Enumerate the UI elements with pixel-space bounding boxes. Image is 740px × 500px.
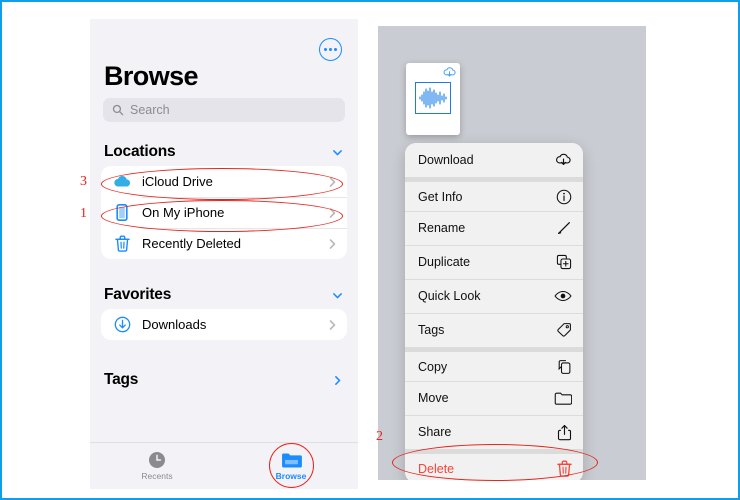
clock-icon bbox=[149, 452, 165, 468]
chevron-right-icon[interactable] bbox=[331, 374, 344, 387]
tab-browse[interactable]: Browse bbox=[224, 443, 358, 489]
menu-item-rename[interactable]: Rename bbox=[405, 211, 583, 245]
menu-item-label: Rename bbox=[418, 221, 466, 235]
share-icon bbox=[557, 424, 572, 440]
annotation-number-1: 1 bbox=[80, 206, 87, 221]
menu-item-label: Delete bbox=[418, 461, 455, 476]
folder-icon bbox=[554, 392, 572, 405]
audio-waveform-icon bbox=[415, 82, 451, 114]
cloud-download-icon bbox=[443, 67, 456, 77]
search-placeholder: Search bbox=[130, 103, 170, 117]
section-title: Locations bbox=[104, 143, 176, 160]
list-item-recently-deleted[interactable]: Recently Deleted bbox=[101, 228, 347, 259]
section-header-favorites[interactable]: Favorites bbox=[104, 286, 344, 304]
context-menu: Download Get Info Rename Duplicate Quick… bbox=[405, 143, 583, 480]
info-circle-icon bbox=[556, 189, 572, 204]
trash-icon bbox=[112, 235, 132, 252]
trash-icon bbox=[557, 460, 572, 477]
menu-item-delete[interactable]: Delete bbox=[405, 449, 583, 480]
pencil-icon bbox=[558, 222, 570, 234]
chevron-down-icon[interactable] bbox=[331, 146, 344, 159]
favorites-list: Downloads bbox=[101, 309, 347, 340]
tag-icon bbox=[557, 323, 571, 337]
files-browse-screen: Browse Search Locations iCloud Drive On … bbox=[90, 19, 358, 489]
locations-list: iCloud Drive On My iPhone Recently Delet… bbox=[101, 166, 347, 259]
section-title: Tags bbox=[104, 371, 139, 388]
menu-item-label: Move bbox=[418, 391, 449, 405]
menu-item-label: Get Info bbox=[418, 189, 463, 204]
menu-item-label: Copy bbox=[418, 359, 448, 374]
search-icon bbox=[112, 104, 124, 116]
list-item-downloads[interactable]: Downloads bbox=[101, 309, 347, 340]
context-menu-screen: Download Get Info Rename Duplicate Quick… bbox=[378, 26, 646, 480]
duplicate-icon bbox=[556, 254, 572, 270]
iphone-icon bbox=[112, 204, 132, 221]
section-header-tags[interactable]: Tags bbox=[104, 371, 344, 389]
menu-item-label: Share bbox=[418, 425, 452, 439]
page-title: Browse bbox=[104, 61, 199, 91]
list-item-label: Downloads bbox=[142, 317, 207, 332]
chevron-right-icon bbox=[329, 238, 336, 249]
list-item-label: iCloud Drive bbox=[142, 174, 213, 189]
folder-icon bbox=[281, 453, 302, 467]
tab-label: Browse bbox=[275, 470, 307, 481]
list-item-label: On My iPhone bbox=[142, 205, 225, 220]
tab-label: Recents bbox=[141, 471, 173, 481]
annotation-number-3: 3 bbox=[80, 174, 87, 189]
menu-item-get-info[interactable]: Get Info bbox=[405, 177, 583, 211]
download-circle-icon bbox=[112, 316, 132, 333]
file-thumbnail[interactable] bbox=[406, 63, 460, 135]
chevron-right-icon bbox=[329, 176, 336, 187]
menu-item-quick-look[interactable]: Quick Look bbox=[405, 279, 583, 313]
list-item-on-my-iphone[interactable]: On My iPhone bbox=[101, 197, 347, 228]
chevron-down-icon[interactable] bbox=[331, 289, 344, 302]
list-item-icloud-drive[interactable]: iCloud Drive bbox=[101, 166, 347, 197]
section-header-locations[interactable]: Locations bbox=[104, 143, 344, 161]
copy-icon bbox=[558, 359, 571, 374]
list-item-label: Recently Deleted bbox=[142, 236, 241, 251]
section-title: Favorites bbox=[104, 286, 172, 303]
ellipsis-circle-icon[interactable] bbox=[319, 38, 342, 61]
menu-item-share[interactable]: Share bbox=[405, 415, 583, 449]
eye-icon bbox=[554, 290, 572, 302]
menu-item-move[interactable]: Move bbox=[405, 381, 583, 415]
menu-item-download[interactable]: Download bbox=[405, 143, 583, 177]
cloud-download-icon bbox=[556, 153, 571, 165]
chevron-right-icon bbox=[329, 319, 336, 330]
menu-item-tags[interactable]: Tags bbox=[405, 313, 583, 347]
menu-item-duplicate[interactable]: Duplicate bbox=[405, 245, 583, 279]
screenshot-canvas: Browse Search Locations iCloud Drive On … bbox=[0, 0, 740, 500]
icloud-icon bbox=[112, 175, 132, 188]
annotation-number-2: 2 bbox=[376, 429, 383, 444]
search-input[interactable]: Search bbox=[103, 98, 345, 122]
menu-item-label: Download bbox=[418, 153, 474, 167]
menu-item-copy[interactable]: Copy bbox=[405, 347, 583, 381]
menu-item-label: Duplicate bbox=[418, 255, 471, 269]
tab-recents[interactable]: Recents bbox=[90, 443, 224, 489]
tab-bar: Recents Browse bbox=[90, 442, 358, 489]
chevron-right-icon bbox=[329, 207, 336, 218]
menu-item-label: Quick Look bbox=[418, 289, 481, 303]
menu-item-label: Tags bbox=[418, 323, 445, 337]
